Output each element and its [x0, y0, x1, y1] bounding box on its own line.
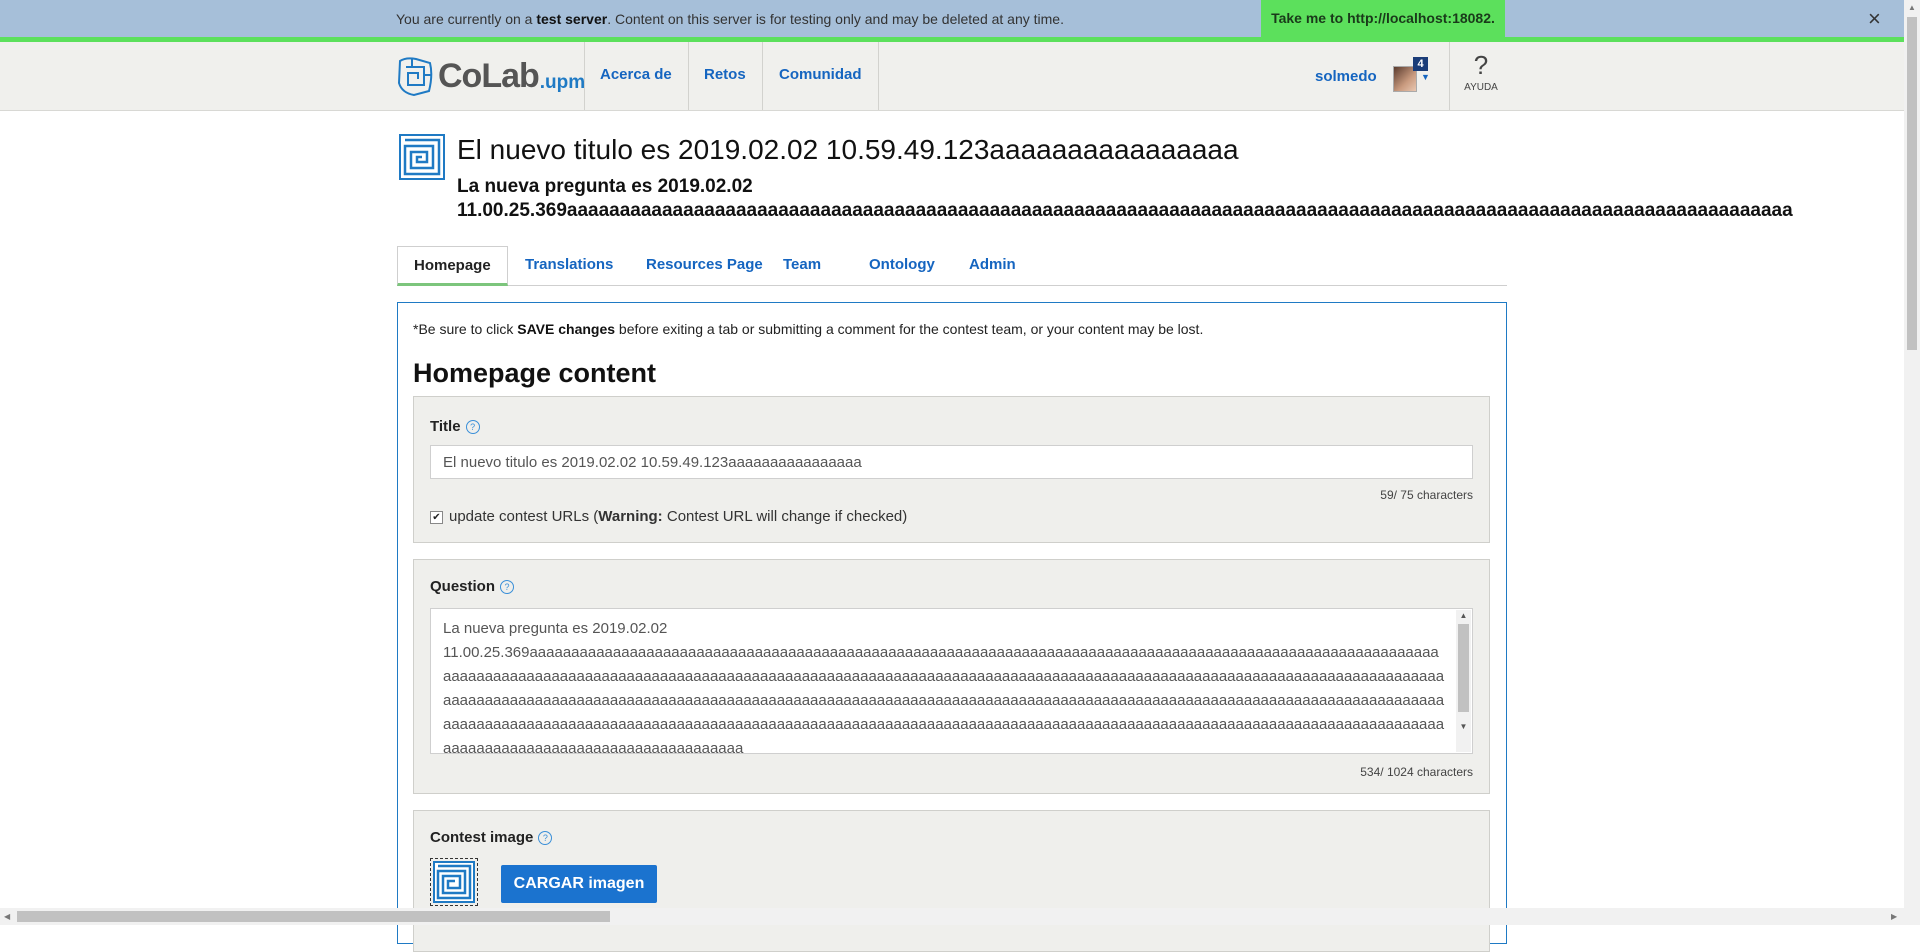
contest-maze-icon	[399, 134, 445, 180]
update-urls-option[interactable]: ✔ update contest URLs (Warning: Contest U…	[430, 508, 907, 525]
maze-logo-icon	[397, 57, 433, 97]
title-character-counter: 59/ 75 characters	[1380, 488, 1473, 502]
user-menu-caret-icon[interactable]: ▼	[1421, 72, 1430, 82]
nav-divider	[878, 42, 879, 110]
question-character-counter: 534/ 1024 characters	[1360, 765, 1473, 779]
nav-comunidad[interactable]: Comunidad	[779, 66, 862, 83]
help-tooltip-icon[interactable]: ?	[538, 831, 553, 846]
contest-image-label: Contest image?	[430, 829, 553, 846]
scroll-up-icon[interactable]: ▲	[1456, 611, 1471, 620]
page-vertical-scrollbar[interactable]: ▲	[1904, 0, 1920, 925]
take-me-to-localhost-button[interactable]: Take me to http://localhost:18082.	[1261, 0, 1505, 37]
tab-admin[interactable]: Admin	[969, 246, 1016, 284]
tab-translations[interactable]: Translations	[525, 246, 613, 284]
homepage-editor-panel: *Be sure to click SAVE changes before ex…	[397, 302, 1507, 952]
page-horizontal-scrollbar[interactable]: ◀ ▶	[0, 908, 1904, 925]
logo-word: CoLab	[438, 56, 540, 95]
nav-divider	[688, 42, 689, 110]
help-tooltip-icon[interactable]: ?	[500, 580, 515, 595]
logo-suffix: .upm	[539, 72, 586, 93]
scroll-down-icon[interactable]: ▼	[1456, 722, 1471, 731]
help-icon: ?	[1473, 50, 1489, 80]
section-heading: Homepage content	[413, 358, 657, 388]
update-urls-checkbox[interactable]: ✔	[430, 510, 443, 524]
colab-logo[interactable]: CoLab .upm	[396, 54, 585, 98]
tab-homepage[interactable]: Homepage	[397, 246, 508, 286]
contest-title: El nuevo titulo es 2019.02.02 10.59.49.1…	[457, 134, 1239, 165]
test-server-banner: You are currently on a test server. Cont…	[0, 0, 1904, 42]
contest-question-line1: La nueva pregunta es 2019.02.02	[457, 176, 753, 197]
tab-team[interactable]: Team	[783, 246, 821, 284]
close-banner-icon[interactable]: ×	[1868, 6, 1881, 32]
question-label: Question?	[430, 578, 515, 595]
page-vertical-scroll-thumb[interactable]	[1907, 17, 1917, 350]
scroll-right-icon[interactable]: ▶	[1891, 912, 1897, 921]
title-label: Title?	[430, 418, 480, 435]
contest-question: La nueva pregunta es 2019.02.02 11.00.25…	[457, 175, 1793, 223]
maze-thumbnail-icon	[433, 861, 475, 903]
scroll-left-icon[interactable]: ◀	[4, 912, 10, 921]
help-label: AYUDA	[1464, 82, 1498, 93]
question-textarea[interactable]: La nueva pregunta es 2019.02.02 11.00.25…	[430, 608, 1473, 754]
nav-divider	[584, 42, 585, 110]
nav-divider	[762, 42, 763, 110]
nav-acerca-de[interactable]: Acerca de	[600, 66, 672, 83]
nav-retos[interactable]: Retos	[704, 66, 746, 83]
upload-image-button[interactable]: CARGAR imagen	[501, 865, 657, 903]
title-field-group: Title? El nuevo titulo es 2019.02.02 10.…	[413, 396, 1490, 543]
help-tooltip-icon[interactable]: ?	[465, 420, 480, 435]
page-horizontal-scroll-thumb[interactable]	[17, 911, 610, 922]
contest-question-line2: 11.00.25.369aaaaaaaaaaaaaaaaaaaaaaaaaaaa…	[457, 200, 1793, 221]
question-field-group: Question? La nueva pregunta es 2019.02.0…	[413, 559, 1490, 794]
username-link[interactable]: solmedo	[1315, 68, 1377, 85]
title-input[interactable]: El nuevo titulo es 2019.02.02 10.59.49.1…	[430, 445, 1473, 479]
scroll-up-icon[interactable]: ▲	[1908, 3, 1916, 12]
contest-tabs: Homepage Translations Resources Page Tea…	[397, 246, 1507, 286]
banner-message: You are currently on a test server. Cont…	[396, 11, 1064, 27]
contest-image-field-group: Contest image? CARGAR imagen	[413, 810, 1490, 952]
notification-badge[interactable]: 4	[1413, 57, 1428, 71]
tab-ontology[interactable]: Ontology	[869, 246, 935, 284]
question-text: La nueva pregunta es 2019.02.02 11.00.25…	[443, 620, 1445, 754]
contest-image-thumbnail	[430, 858, 478, 906]
save-reminder-note: *Be sure to click SAVE changes before ex…	[413, 321, 1204, 337]
textarea-scroll-thumb[interactable]	[1458, 624, 1469, 712]
textarea-scrollbar[interactable]: ▲ ▼	[1456, 610, 1471, 752]
help-button[interactable]: ? AYUDA	[1449, 42, 1512, 110]
tab-resources-page[interactable]: Resources Page	[646, 246, 763, 284]
site-header: CoLab .upm Acerca de Retos Comunidad sol…	[0, 42, 1904, 111]
